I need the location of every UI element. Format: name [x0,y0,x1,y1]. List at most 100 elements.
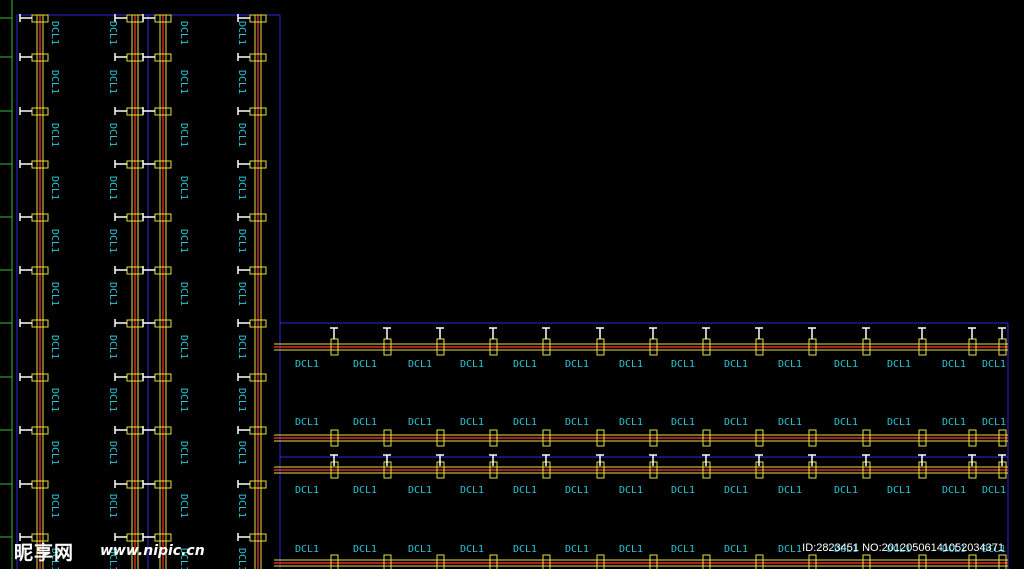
dcl-label: DCL1 [513,417,537,428]
dcl-label: DCL1 [49,335,60,359]
dcl-label: DCL1 [834,417,858,428]
dcl-label: DCL1 [49,229,60,253]
dcl-label: DCL1 [236,335,247,359]
dcl-label: DCL1 [671,485,695,496]
dcl-label: DCL1 [353,544,377,555]
beam-connector [862,554,871,569]
dcl-label: DCL1 [107,335,118,359]
dcl-label: DCL1 [778,417,802,428]
dcl-label: DCL1 [619,485,643,496]
beam-connector [808,554,817,569]
dcl-label: DCL1 [295,359,319,370]
dcl-label: DCL1 [49,176,60,200]
dcl-label: DCL1 [724,485,748,496]
beam-connector [542,554,551,569]
dcl-label: DCL1 [178,282,189,306]
beam-connector [649,554,658,569]
watermark-id: ID:2823451 NO:20120506141052034371 [802,542,1004,554]
dcl-label: DCL1 [408,417,432,428]
dcl-labels: DCL1 DCL1 DCL1 DCL1 DCL1 DCL1 DCL1 DCL1 DCL1 DCL1… [49,21,1006,569]
watermark-url: www.nipic.cn [100,543,205,559]
dcl-label: DCL1 [295,417,319,428]
dcl-label: DCL1 [942,359,966,370]
dcl-label: DCL1 [513,544,537,555]
dcl-label: DCL1 [236,441,247,465]
dcl-label: DCL1 [724,544,748,555]
watermark-logo: 昵享网 [14,542,75,564]
dcl-label: DCL1 [887,417,911,428]
dcl-label: DCL1 [178,335,189,359]
dcl-label: DCL1 [460,359,484,370]
dcl-label: DCL1 [353,417,377,428]
dcl-label: DCL1 [460,417,484,428]
dcl-label: DCL1 [178,70,189,94]
dcl-label: DCL1 [887,485,911,496]
dcl-label: DCL1 [178,176,189,200]
dcl-label: DCL1 [513,485,537,496]
dcl-label: DCL1 [982,359,1006,370]
dcl-label: DCL1 [565,544,589,555]
beam-connector [755,554,764,569]
dcl-label: DCL1 [236,123,247,147]
dcl-label: DCL1 [778,544,802,555]
dcl-label: DCL1 [671,417,695,428]
dcl-label: DCL1 [565,359,589,370]
dcl-label: DCL1 [513,359,537,370]
beam-connector [918,554,927,569]
dcl-label: DCL1 [236,70,247,94]
dcl-label: DCL1 [460,544,484,555]
dcl-label: DCL1 [982,485,1006,496]
dcl-label: DCL1 [107,229,118,253]
dcl-label: DCL1 [353,485,377,496]
beam-connector [436,554,445,569]
dcl-label: DCL1 [236,229,247,253]
dcl-label: DCL1 [236,176,247,200]
dcl-label: DCL1 [671,544,695,555]
dcl-label: DCL1 [353,359,377,370]
beam-connector [968,554,977,569]
dcl-label: DCL1 [565,485,589,496]
dcl-label: DCL1 [107,21,118,45]
dcl-label: DCL1 [295,485,319,496]
dcl-label: DCL1 [619,359,643,370]
dcl-label: DCL1 [408,359,432,370]
dcl-label: DCL1 [942,417,966,428]
dcl-label: DCL1 [236,548,247,569]
beam-connector [998,554,1007,569]
dcl-label: DCL1 [778,485,802,496]
dcl-label: DCL1 [295,544,319,555]
dcl-label: DCL1 [49,441,60,465]
dcl-label: DCL1 [107,441,118,465]
dcl-label: DCL1 [49,388,60,412]
dcl-label: DCL1 [236,494,247,518]
dcl-label: DCL1 [778,359,802,370]
dcl-label: DCL1 [107,282,118,306]
dcl-label: DCL1 [887,359,911,370]
axis-ticks [0,0,13,569]
dcl-label: DCL1 [619,544,643,555]
dcl-label: DCL1 [834,359,858,370]
dcl-label: DCL1 [834,485,858,496]
dcl-label: DCL1 [236,21,247,45]
dcl-label: DCL1 [565,417,589,428]
beam-connector [702,554,711,569]
cad-drawing-canvas: DCL1 DCL1 DCL1 DCL1 DCL1 DCL1 DCL1 DCL1 DCL1 DCL1… [0,0,1009,569]
beam-connector [383,554,392,569]
dcl-label: DCL1 [178,21,189,45]
dcl-label: DCL1 [178,388,189,412]
dcl-label: DCL1 [942,485,966,496]
dcl-label: DCL1 [49,282,60,306]
dcl-label: DCL1 [236,388,247,412]
dcl-label: DCL1 [460,485,484,496]
dcl-label: DCL1 [107,123,118,147]
beam-connector [489,554,498,569]
dcl-label: DCL1 [49,494,60,518]
dcl-label: DCL1 [107,176,118,200]
dcl-label: DCL1 [178,494,189,518]
dcl-label: DCL1 [236,282,247,306]
dcl-label: DCL1 [49,21,60,45]
dcl-label: DCL1 [671,359,695,370]
dcl-label: DCL1 [408,544,432,555]
dcl-label: DCL1 [724,359,748,370]
dcl-label: DCL1 [107,388,118,412]
